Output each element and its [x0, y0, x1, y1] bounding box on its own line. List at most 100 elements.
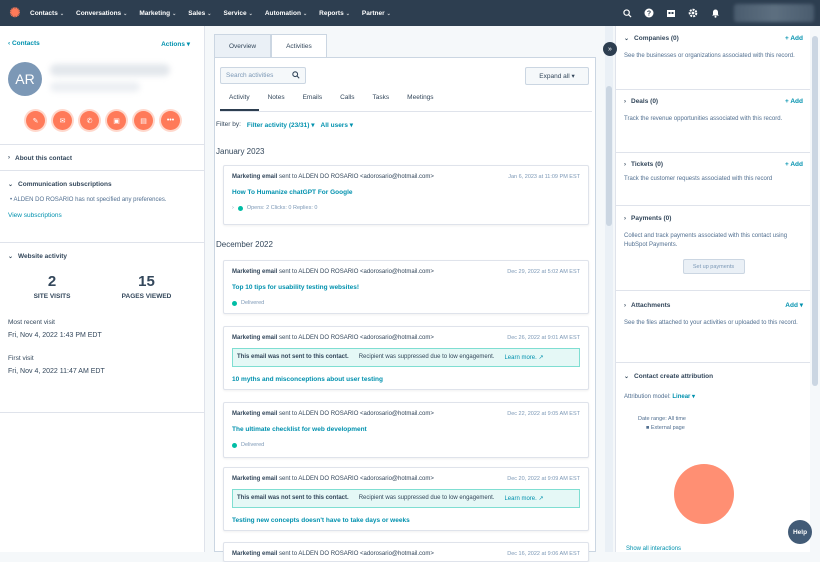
- nav-service[interactable]: Service ⌄: [223, 10, 252, 17]
- card-header: Marketing email sent to ALDEN DO ROSARIO…: [232, 174, 580, 180]
- actions-menu[interactable]: Actions ▾: [161, 40, 190, 48]
- subtab-meetings[interactable]: Meetings: [398, 94, 442, 111]
- meeting-icon[interactable]: ▤: [134, 111, 153, 130]
- card-type: Marketing email: [232, 174, 278, 180]
- add-ticket-button[interactable]: + Add: [785, 161, 803, 168]
- more-icon[interactable]: •••: [161, 111, 180, 130]
- sidebar-scrollbar[interactable]: [810, 26, 820, 552]
- attachments-title: › Attachments: [624, 302, 670, 309]
- status-dot-icon: [232, 442, 237, 448]
- scrollbar-thumb[interactable]: [812, 36, 818, 386]
- payments-header[interactable]: › Payments (0): [624, 215, 803, 222]
- attachments-description: See the files attached to your activitie…: [624, 320, 798, 326]
- timeline-card[interactable]: Marketing email sent to ALDEN DO ROSARIO…: [223, 542, 589, 562]
- card-header: Marketing email sent to ALDEN DO ROSARIO…: [232, 476, 580, 482]
- nav-label: Contacts: [30, 9, 58, 17]
- tickets-header[interactable]: › Tickets (0) + Add: [624, 161, 803, 168]
- month-header: January 2023: [216, 147, 265, 156]
- chevron-right-icon: ›: [624, 302, 626, 309]
- show-all-interactions-link[interactable]: Show all interactions: [626, 546, 681, 552]
- marketplace-icon[interactable]: [660, 0, 682, 26]
- month-header: December 2022: [216, 240, 273, 249]
- attachments-header[interactable]: › Attachments Add ▾: [624, 301, 803, 310]
- call-icon[interactable]: ✆: [80, 111, 99, 130]
- email-subject-link[interactable]: Testing new concepts doesn't have to tak…: [232, 517, 580, 524]
- help-icon[interactable]: ?: [638, 0, 660, 26]
- set-up-payments-button[interactable]: Set up payments: [682, 259, 745, 275]
- chevron-down-icon: ⌄: [172, 10, 177, 17]
- timeline-scrollbar[interactable]: [605, 26, 613, 552]
- search-activities-input[interactable]: Search activities: [220, 67, 306, 84]
- filter-by-label: Filter by:: [216, 121, 241, 128]
- add-company-button[interactable]: + Add: [785, 35, 803, 42]
- about-toggle[interactable]: › About this contact: [8, 145, 197, 171]
- all-users-dropdown[interactable]: All users ▾: [321, 121, 354, 129]
- add-attachment-button[interactable]: Add ▾: [785, 301, 803, 309]
- learn-more-link[interactable]: Learn more. ↗: [504, 495, 543, 502]
- tab-overview[interactable]: Overview: [214, 34, 272, 58]
- nav-conversations[interactable]: Conversations ⌄: [76, 10, 127, 17]
- deals-header[interactable]: › Deals (0) + Add: [624, 98, 803, 105]
- attribution-model-dropdown[interactable]: Linear ▾: [672, 394, 695, 400]
- email-icon[interactable]: ✉: [53, 111, 72, 130]
- card-type: Marketing email: [232, 476, 278, 482]
- back-to-contacts-link[interactable]: ‹ Contacts: [8, 40, 40, 48]
- email-status: Delivered: [232, 300, 580, 306]
- tab-activities[interactable]: Activities: [271, 34, 327, 58]
- status-dot-icon: [232, 300, 237, 306]
- account-menu[interactable]: [734, 4, 814, 22]
- email-subject-link[interactable]: How To Humanize chatGPT For Google: [232, 189, 580, 196]
- nav-automation[interactable]: Automation ⌄: [265, 10, 307, 17]
- notifications-icon[interactable]: [704, 0, 726, 26]
- learn-more-link[interactable]: Learn more. ↗: [504, 354, 543, 361]
- collapse-panel-icon[interactable]: »: [603, 42, 617, 56]
- card-type: Marketing email: [232, 411, 278, 417]
- scrollbar-thumb[interactable]: [606, 86, 612, 226]
- add-deal-button[interactable]: + Add: [785, 98, 803, 105]
- chevron-down-icon: ⌄: [302, 10, 308, 17]
- subtab-calls[interactable]: Calls: [331, 94, 363, 111]
- search-icon[interactable]: [616, 0, 638, 26]
- task-icon[interactable]: ▣: [107, 111, 126, 130]
- deals-description: Track the revenue opportunities associat…: [624, 116, 783, 122]
- timeline-card[interactable]: Marketing email sent to ALDEN DO ROSARIO…: [223, 260, 589, 314]
- view-subscriptions-link[interactable]: View subscriptions: [8, 212, 197, 219]
- warning-title: This email was not sent to this contact.: [237, 354, 349, 360]
- timeline-card[interactable]: Marketing email sent to ALDEN DO ROSARIO…: [223, 326, 589, 390]
- timeline-card[interactable]: Marketing email sent to ALDEN DO ROSARIO…: [223, 402, 589, 458]
- settings-icon[interactable]: [682, 0, 704, 26]
- filter-activity-dropdown[interactable]: Filter activity (23/31) ▾: [247, 121, 315, 129]
- attribution-header[interactable]: ⌄ Contact create attribution: [624, 373, 803, 380]
- subtab-tasks[interactable]: Tasks: [364, 94, 399, 111]
- email-subject-link[interactable]: 10 myths and misconceptions about user t…: [232, 376, 580, 383]
- companies-header[interactable]: ⌄ Companies (0) + Add: [624, 35, 803, 42]
- help-button[interactable]: Help: [788, 520, 812, 544]
- nav-partner[interactable]: Partner ⌄: [362, 10, 391, 17]
- website-activity-toggle[interactable]: ⌄ Website activity: [8, 243, 197, 269]
- legend-label: External page: [650, 424, 685, 431]
- subtab-activity[interactable]: Activity: [220, 94, 259, 111]
- subtab-emails[interactable]: Emails: [294, 94, 332, 111]
- note-icon[interactable]: ✎: [26, 111, 45, 130]
- chevron-right-icon: ›: [624, 99, 626, 105]
- expand-all-button[interactable]: Expand all ▾: [525, 67, 589, 85]
- svg-text:?: ?: [647, 10, 651, 17]
- nav-label: Conversations: [76, 9, 122, 17]
- deals-title-text: Deals (0): [631, 98, 659, 105]
- chevron-down-icon: ⌄: [345, 10, 350, 17]
- email-subject-link[interactable]: The ultimate checklist for web developme…: [232, 426, 580, 433]
- site-visits-stat: 2 SITE VISITS: [34, 273, 71, 300]
- nav-reports[interactable]: Reports ⌄: [319, 10, 350, 17]
- avatar[interactable]: AR: [8, 62, 42, 96]
- chevron-right-icon[interactable]: ›: [232, 205, 234, 211]
- nav-marketing[interactable]: Marketing ⌄: [139, 10, 176, 17]
- email-subject-link[interactable]: Top 10 tips for usability testing websit…: [232, 284, 580, 291]
- timeline-card[interactable]: Marketing email sent to ALDEN DO ROSARIO…: [223, 467, 589, 531]
- communication-toggle[interactable]: ⌄ Communication subscriptions: [8, 171, 197, 197]
- timeline-card[interactable]: Marketing email sent to ALDEN DO ROSARIO…: [223, 165, 589, 225]
- attribution-title: ⌄ Contact create attribution: [624, 373, 713, 380]
- hubspot-logo-icon[interactable]: ✺: [0, 0, 30, 26]
- nav-sales[interactable]: Sales ⌄: [188, 10, 211, 17]
- subtab-notes[interactable]: Notes: [259, 94, 294, 111]
- nav-contacts[interactable]: Contacts ⌄: [30, 10, 64, 17]
